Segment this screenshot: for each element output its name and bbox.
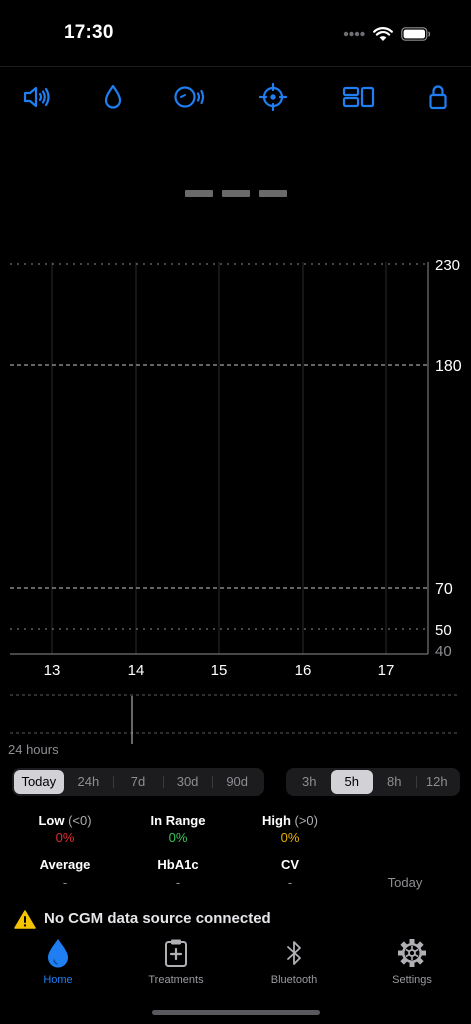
overview-range-label: 24 hours	[8, 742, 59, 757]
layout-button[interactable]	[342, 80, 376, 114]
window-option[interactable]: 8h	[373, 770, 416, 794]
tab-home[interactable]: Home	[13, 938, 103, 986]
stat-average-label: Average	[39, 857, 91, 872]
range-selector[interactable]: Today 24h 7d 30d 90d	[12, 768, 264, 796]
tab-settings-label: Settings	[392, 974, 432, 986]
stat-in-range-label: In Range	[121, 813, 235, 828]
chart-y-tick-label: 40	[435, 643, 452, 660]
chart-y-tick-label: 70	[435, 581, 453, 598]
stat-low-threshold: (<0)	[68, 813, 92, 828]
tab-treatments-label: Treatments	[148, 974, 204, 986]
crosshair-button[interactable]	[256, 80, 290, 114]
chart-x-ticks: 13 14 15 16 17	[44, 662, 395, 679]
clipboard-plus-icon	[165, 939, 187, 967]
chart-vertical-grid	[51, 262, 387, 654]
reading-dash	[185, 190, 213, 197]
window-option[interactable]: 3h	[288, 770, 331, 794]
stat-cv-label: CV	[280, 857, 300, 872]
warning-icon	[14, 910, 36, 929]
stat-high-value: 0%	[280, 830, 300, 845]
chart-y-tick-label: 50	[435, 622, 452, 639]
lock-button[interactable]	[421, 80, 455, 114]
chart-y-ticks: 230 180 70 50 40	[435, 257, 462, 660]
range-option[interactable]: 7d	[113, 770, 163, 794]
stat-in-range-value: 0%	[168, 830, 188, 845]
tab-bluetooth-label: Bluetooth	[270, 974, 318, 986]
drop-icon	[104, 84, 122, 109]
chart-x-tick-label: 14	[128, 662, 145, 679]
bluetooth-icon	[287, 941, 301, 965]
gear-icon	[398, 939, 426, 967]
lock-icon	[429, 85, 447, 110]
chart-y-tick-label: 180	[435, 358, 462, 375]
speaker-icon	[23, 86, 50, 108]
stat-high-title: High	[262, 813, 291, 828]
sensor-broadcast-button[interactable]	[173, 80, 207, 114]
glucose-chart[interactable]: 230 180 70 50 40 13 14 15 16 17	[0, 250, 471, 760]
range-option[interactable]: Today	[14, 770, 64, 794]
status-divider	[0, 66, 471, 67]
home-indicator[interactable]	[152, 1010, 320, 1015]
chart-x-tick-label: 16	[295, 662, 312, 679]
drop-fill-icon	[48, 939, 68, 968]
tab-home-label: Home	[43, 974, 73, 986]
status-icons	[343, 24, 431, 44]
chart-y-tick-label: 230	[435, 257, 460, 274]
reading-dash	[259, 190, 287, 197]
stat-average-value: -	[62, 875, 68, 890]
stat-hba1c-label: HbA1c	[157, 857, 199, 872]
glucose-reading-placeholder	[185, 190, 287, 198]
speaker-button[interactable]	[20, 80, 54, 114]
sensor-broadcast-icon	[174, 86, 205, 108]
chart-x-tick-label: 17	[378, 662, 395, 679]
layout-icon	[342, 86, 375, 108]
stat-in-range-title: In Range	[150, 813, 206, 828]
tab-treatments[interactable]: Treatments	[131, 938, 221, 986]
stat-hba1c-value: -	[175, 875, 181, 890]
stat-cv-value: -	[287, 875, 293, 890]
crosshair-icon	[258, 82, 288, 112]
tab-bluetooth[interactable]: Bluetooth	[249, 938, 339, 986]
window-selector[interactable]: 3h 5h 8h 12h	[286, 768, 460, 796]
stat-low-value: 0%	[55, 830, 75, 845]
cellular-signal-icon	[343, 31, 365, 37]
window-option[interactable]: 12h	[415, 770, 459, 794]
tab-settings[interactable]: Settings	[367, 938, 457, 986]
stat-low-title: Low	[38, 813, 65, 828]
chart-x-tick-label: 15	[211, 662, 228, 679]
stat-high-threshold: (>0)	[294, 813, 318, 828]
chart-x-tick-label: 13	[44, 662, 61, 679]
stats-period-label: Today	[387, 875, 423, 890]
wifi-icon	[373, 26, 393, 41]
range-option[interactable]: 24h	[64, 770, 114, 794]
stat-high-label: High (>0)	[233, 813, 347, 828]
range-option[interactable]: 30d	[162, 770, 213, 794]
window-option[interactable]: 5h	[330, 770, 373, 794]
battery-icon	[401, 27, 431, 41]
status-time: 17:30	[64, 22, 114, 43]
range-option[interactable]: 90d	[212, 770, 262, 794]
reading-dash	[222, 190, 250, 197]
warning-message: No CGM data source connected	[44, 910, 271, 927]
stat-low-label: Low (<0)	[8, 813, 122, 828]
drop-button[interactable]	[96, 80, 130, 114]
